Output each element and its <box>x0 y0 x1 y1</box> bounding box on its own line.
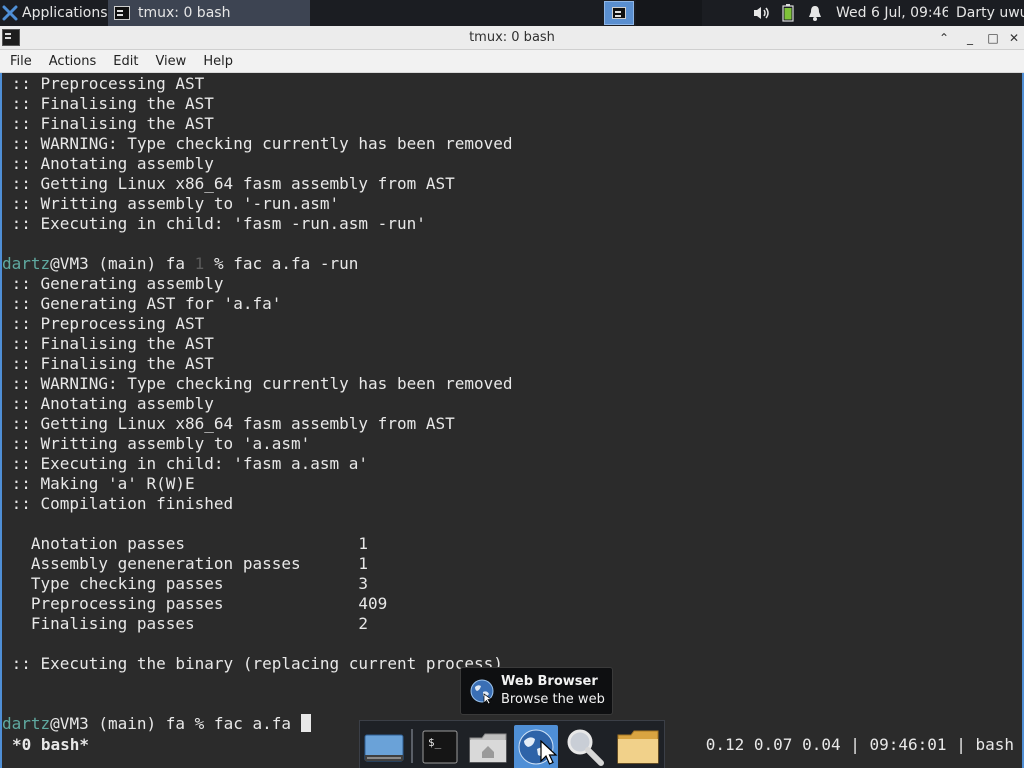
terminal-line: :: Compilation finished <box>2 494 234 513</box>
xfce-logo-icon <box>2 5 18 21</box>
taskbar-item-label: tmux: 0 bash <box>138 5 231 21</box>
menu-file[interactable]: File <box>0 50 39 73</box>
terminal-icon: $_ <box>422 730 458 764</box>
prompt-user: dartz <box>2 254 51 273</box>
taskbar-item-tmux[interactable]: tmux: 0 bash <box>108 0 310 26</box>
tooltip-title: Web Browser <box>501 674 598 689</box>
terminal-window-icon[interactable] <box>2 29 20 46</box>
terminal-line: :: Preprocessing AST <box>2 74 205 93</box>
terminal-prompt-line: dartz@VM3 (main) fa 1 % fac a.fa -run <box>2 254 1022 274</box>
tmux-window-label[interactable]: *0 bash* <box>12 735 89 754</box>
dock-show-desktop[interactable] <box>362 725 406 768</box>
globe-icon <box>470 679 494 704</box>
menu-edit[interactable]: Edit <box>103 50 145 73</box>
dock-terminal[interactable]: $_ <box>418 725 462 768</box>
clock-text: Wed 6 Jul, 09:46 <box>836 5 948 21</box>
terminal-line: :: Generating AST for 'a.fa' <box>2 294 282 313</box>
terminal-line: :: Getting Linux x86_64 fasm assembly fr… <box>2 414 455 433</box>
window-title: tmux: 0 bash <box>469 30 555 45</box>
close-button[interactable]: ✕ <box>1005 29 1023 47</box>
terminal-line: Preprocessing passes 409 <box>2 594 388 613</box>
terminal-line: :: Finalising the AST <box>2 334 214 353</box>
dock-separator <box>411 729 413 763</box>
menu-actions[interactable]: Actions <box>39 50 104 73</box>
home-icon <box>469 733 507 763</box>
folder-icon <box>617 730 659 764</box>
terminal-line: Finalising passes 2 <box>2 614 369 633</box>
magnifier-icon <box>567 729 604 766</box>
terminal-icon <box>114 6 130 20</box>
terminal-line: :: Anotating assembly <box>2 154 214 173</box>
terminal-line: Anotation passes 1 <box>2 534 369 553</box>
prompt-host: @VM3 (main) fa <box>50 254 195 273</box>
terminal-line: :: Finalising the AST <box>2 94 214 113</box>
workspace-active-indicator <box>604 1 634 25</box>
tooltip-subtitle: Browse the web <box>501 692 605 707</box>
dock-file-manager[interactable] <box>616 725 660 768</box>
dock-app-finder[interactable] <box>562 725 606 768</box>
top-panel: Applications tmux: 0 bash Wed 6 Jul, 09:… <box>0 0 1024 26</box>
terminal-line: :: Anotating assembly <box>2 394 214 413</box>
terminal-line: :: WARNING: Type checking currently has … <box>2 134 513 153</box>
terminal-line: :: Finalising the AST <box>2 114 214 133</box>
workspace-1[interactable] <box>602 0 636 26</box>
notification-bell-icon[interactable] <box>806 0 824 26</box>
menubar: File Actions Edit View Help <box>0 50 1024 73</box>
clock[interactable]: Wed 6 Jul, 09:46 <box>836 0 948 26</box>
minimize-button[interactable]: _ <box>961 29 979 47</box>
prompt-command: % fac a.fa -run <box>204 254 359 273</box>
mouse-pointer-icon <box>540 740 558 765</box>
terminal-line: :: Finalising the AST <box>2 354 214 373</box>
username-text: Darty uwu <box>956 5 1024 21</box>
terminal-line: :: Writting assembly to 'a.asm' <box>2 434 311 453</box>
dock-home-folder[interactable] <box>466 725 510 768</box>
battery-icon[interactable] <box>780 0 796 26</box>
terminal-line: :: Preprocessing AST <box>2 314 205 333</box>
tmux-separator: | <box>840 735 870 754</box>
terminal-line: :: Executing in child: 'fasm -run.asm -r… <box>2 214 426 233</box>
user-menu[interactable]: Darty uwu <box>956 0 1024 26</box>
desktop-icon <box>364 734 404 762</box>
prompt-exit-code: 1 <box>194 254 205 273</box>
terminal-output: :: Preprocessing AST :: Finalising the A… <box>2 74 1022 734</box>
applications-label: Applications <box>22 5 108 21</box>
svg-text:$_: $_ <box>428 736 442 749</box>
applications-menu-button[interactable]: Applications <box>0 0 108 26</box>
terminal-line: :: WARNING: Type checking currently has … <box>2 374 513 393</box>
tmux-load-average: 0.12 0.07 0.04 <box>705 735 841 754</box>
prompt-command: @VM3 (main) fa % fac a.fa <box>50 714 301 733</box>
terminal-line: :: Executing in child: 'fasm a.asm a' <box>2 454 369 473</box>
workspace-2[interactable] <box>636 0 702 26</box>
window-titlebar[interactable]: tmux: 0 bash ⌃ _ □ ✕ <box>0 26 1024 50</box>
prompt-user: dartz <box>2 714 51 733</box>
shade-button[interactable]: ⌃ <box>935 29 953 47</box>
menu-view[interactable]: View <box>145 50 193 73</box>
terminal-line: Assembly geneneration passes 1 <box>2 554 369 573</box>
dock: $_ <box>359 720 665 768</box>
volume-icon[interactable] <box>752 0 772 26</box>
tmux-clock: 09:46:01 <box>869 735 947 754</box>
tmux-status-right: 0.12 0.07 0.04 | 09:46:01 | bash <box>706 735 1014 754</box>
text-cursor <box>300 714 311 732</box>
maximize-button[interactable]: □ <box>984 29 1002 47</box>
menu-help[interactable]: Help <box>193 50 240 73</box>
terminal-line: :: Generating assembly <box>2 274 224 293</box>
terminal-line: :: Writting assembly to '-run.asm' <box>2 194 340 213</box>
terminal-line: Type checking passes 3 <box>2 574 369 593</box>
web-browser-tooltip: Web Browser Browse the web <box>460 667 613 715</box>
terminal-line: :: Getting Linux x86_64 fasm assembly fr… <box>2 174 455 193</box>
terminal-icon <box>612 7 626 19</box>
tmux-separator: | <box>946 735 976 754</box>
tmux-session-name: bash <box>975 735 1014 754</box>
terminal-line: :: Making 'a' R(W)E <box>2 474 195 493</box>
terminal-area[interactable]: :: Preprocessing AST :: Finalising the A… <box>0 73 1024 768</box>
